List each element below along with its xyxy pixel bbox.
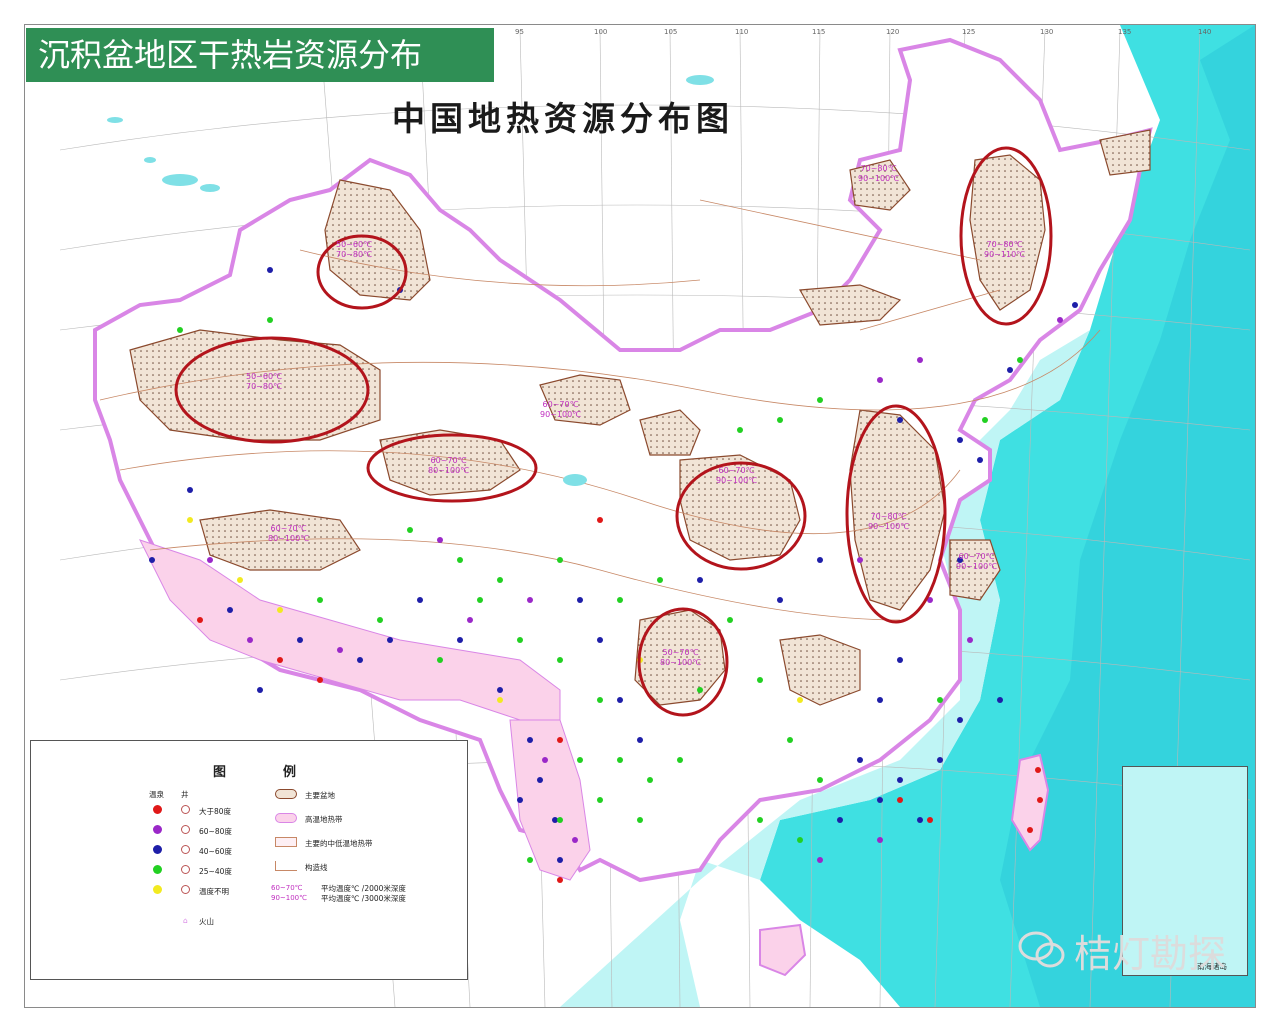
wechat-icon xyxy=(1018,930,1066,970)
longitude-label-105: 105 xyxy=(664,28,678,36)
basin-annotation: 60~70℃ 80~100℃ xyxy=(428,456,470,475)
basin-annotation: 50~70℃ 80~100℃ xyxy=(660,648,702,667)
basin-swatch-icon xyxy=(275,789,297,799)
legend-symbol-label: 主要盆地 xyxy=(305,791,335,800)
legend-symbol-label: 高温地热带 xyxy=(305,815,343,824)
legend-dot-40-60 xyxy=(153,845,162,854)
longitude-label-140: 140 xyxy=(1198,28,1212,36)
legend-ring-unknown xyxy=(181,885,190,894)
legend-temp-pair-desc: 平均温度℃ /3000米深度 xyxy=(321,894,406,903)
longitude-label-135: 135 xyxy=(1118,28,1132,36)
legend-class-label: 40~60度 xyxy=(199,847,232,856)
legend-class-label: 温度不明 xyxy=(199,887,229,896)
longitude-label-130: 130 xyxy=(1040,28,1054,36)
belt-swatch-icon xyxy=(275,813,297,823)
legend-ring-gt80 xyxy=(181,805,190,814)
longitude-label-100: 100 xyxy=(594,28,608,36)
map-title: 中国地热资源分布图 xyxy=(392,99,734,138)
basin-annotation: 50~60℃ 70~80℃ xyxy=(246,372,283,391)
legend-class-label: 60~80度 xyxy=(199,827,232,836)
basin-annotation: 60~70℃ 90~100℃ xyxy=(716,466,758,485)
fault-line-icon xyxy=(275,861,297,871)
basin-annotation: 70~80℃ 90~100℃ xyxy=(868,512,910,531)
low-belt-swatch-icon xyxy=(275,837,297,847)
basin-annotation: 70~80℃ 90~110℃ xyxy=(984,240,1026,259)
legend-heading-right: 例 xyxy=(283,765,297,780)
legend-class-label: 大于80度 xyxy=(199,807,232,816)
longitude-label-115: 115 xyxy=(812,28,826,36)
watermark-text: 桔灯勘探 xyxy=(1074,931,1227,976)
legend-dot-25-40 xyxy=(153,865,162,874)
legend-dot-unknown xyxy=(153,885,162,894)
basin-annotation: 60~70℃ 90~100℃ xyxy=(540,400,582,419)
legend-heading-left: 图 xyxy=(213,765,227,780)
legend-ring-60-80 xyxy=(181,825,190,834)
legend-dot-60-80 xyxy=(153,825,162,834)
longitude-label-110: 110 xyxy=(735,28,749,36)
basin-annotation: 50~60℃ 70~80℃ xyxy=(336,240,373,259)
volcano-icon: ⌂ xyxy=(183,916,188,925)
map-legend: 图 例 温泉 井 大于80度 60~80度 40~60度 25~40度 温度不明… xyxy=(30,740,468,980)
watermark: 桔灯勘探 xyxy=(1018,924,1226,976)
legend-dot-gt80 xyxy=(153,805,162,814)
longitude-label-120: 120 xyxy=(886,28,900,36)
legend-col-spring: 温泉 xyxy=(149,790,164,799)
legend-col-well: 井 xyxy=(181,790,189,799)
basin-annotation: 60~70℃ 80~100℃ xyxy=(268,524,310,543)
legend-ring-25-40 xyxy=(181,865,190,874)
basin-annotation: 60~70℃ 90~100℃ xyxy=(956,552,998,571)
legend-ring-40-60 xyxy=(181,845,190,854)
hainan-island xyxy=(759,923,807,977)
basin-annotation: 70~80℃ 90~100℃ xyxy=(858,164,900,183)
legend-class-label: 25~40度 xyxy=(199,867,232,876)
legend-symbol-label: 构造线 xyxy=(305,863,328,872)
legend-volcano-label: 火山 xyxy=(199,917,214,926)
slide-title: 沉积盆地区干热岩资源分布 xyxy=(26,28,494,82)
legend-symbol-label: 主要的中低温地热带 xyxy=(305,839,373,848)
longitude-label-125: 125 xyxy=(962,28,976,36)
legend-temp-pair: 60~70℃ 90~100℃ xyxy=(271,884,307,902)
longitude-label-95: 95 xyxy=(515,28,524,36)
